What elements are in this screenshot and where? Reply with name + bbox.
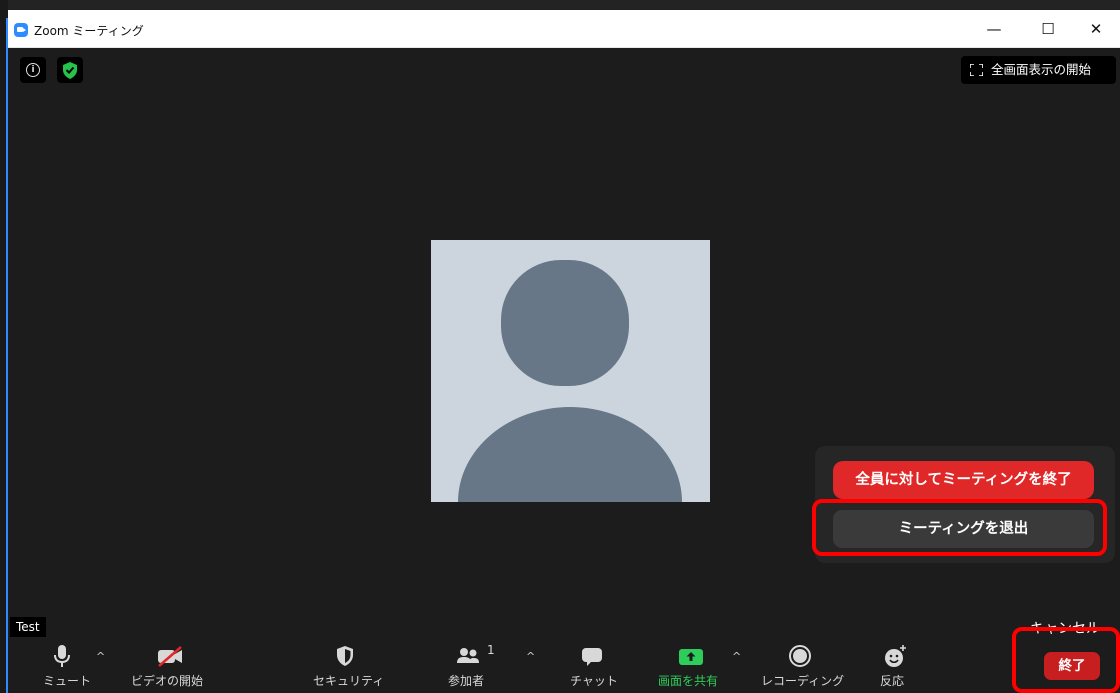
chat-button[interactable]: チャット — [563, 640, 623, 693]
shield-check-icon — [63, 62, 77, 79]
window-title: Zoom ミーティング — [34, 24, 144, 38]
share-screen-label: 画面を共有 — [658, 674, 719, 688]
close-button[interactable]: ✕ — [1074, 14, 1118, 44]
maximize-button[interactable]: ☐ — [1026, 14, 1070, 44]
share-screen-button[interactable]: 画面を共有 — [656, 640, 732, 693]
meeting-toolbar: ミュート ^ ビデオの開始 セキュリティ 1 参加者 ^ チャット 画面を共有 … — [8, 640, 1120, 693]
default-avatar-icon — [458, 260, 682, 502]
window-frame-top — [0, 0, 1120, 10]
shield-icon — [337, 646, 353, 666]
fullscreen-icon — [970, 64, 983, 76]
share-options-caret[interactable]: ^ — [732, 650, 741, 663]
encryption-button[interactable] — [57, 57, 83, 83]
participants-button[interactable]: 1 参加者 — [438, 640, 508, 693]
meeting-info-button[interactable]: i — [20, 57, 46, 83]
reactions-button[interactable]: 反応 — [868, 640, 920, 693]
minimize-button[interactable]: — — [972, 14, 1016, 44]
reactions-label: 反応 — [880, 674, 905, 688]
window-frame-left — [0, 0, 8, 693]
recording-label: レコーディング — [761, 674, 845, 688]
chat-label: チャット — [570, 674, 618, 688]
people-icon — [457, 648, 479, 663]
participant-name-tag: Test — [10, 617, 46, 637]
mute-button[interactable]: ミュート — [33, 640, 93, 693]
record-icon — [789, 645, 811, 667]
start-video-button[interactable]: ビデオの開始 — [128, 640, 208, 693]
participants-count: 1 — [487, 643, 495, 657]
leave-highlight-annotation — [812, 499, 1107, 556]
share-screen-icon — [679, 649, 703, 665]
fullscreen-label: 全画面表示の開始 — [991, 62, 1092, 77]
audio-options-caret[interactable]: ^ — [96, 650, 105, 663]
security-button[interactable]: セキュリティ — [310, 640, 384, 693]
security-label: セキュリティ — [313, 674, 385, 688]
emoji-add-icon — [885, 645, 906, 667]
end-highlight-annotation — [1012, 627, 1120, 693]
zoom-logo-icon — [14, 23, 28, 37]
info-icon: i — [26, 63, 40, 77]
fullscreen-button[interactable]: 全画面表示の開始 — [961, 56, 1116, 84]
participants-options-caret[interactable]: ^ — [526, 650, 535, 663]
start-video-label: ビデオの開始 — [131, 674, 204, 688]
microphone-icon — [54, 645, 70, 667]
mute-label: ミュート — [43, 674, 92, 688]
end-meeting-for-all-button[interactable]: 全員に対してミーティングを終了 — [833, 461, 1094, 499]
recording-button[interactable]: レコーディング — [758, 640, 845, 693]
video-off-icon — [158, 646, 182, 667]
participant-avatar — [431, 240, 710, 502]
participants-label: 参加者 — [448, 674, 485, 688]
title-bar: Zoom ミーティング — ☐ ✕ — [8, 10, 1120, 48]
chat-bubble-icon — [582, 648, 602, 666]
